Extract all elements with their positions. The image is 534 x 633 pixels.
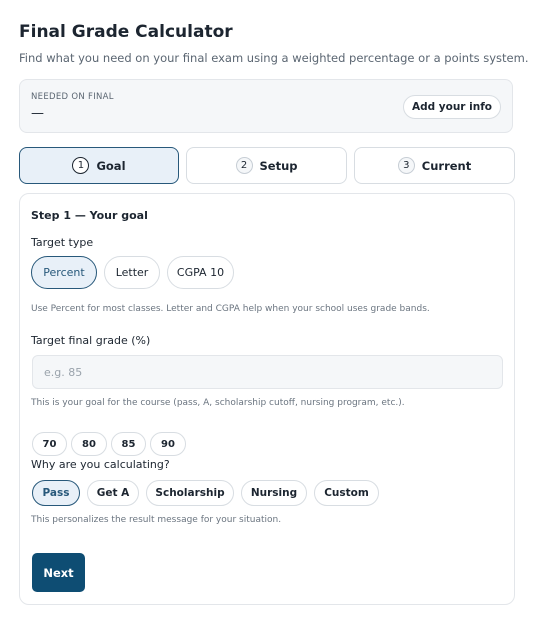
- target-type-cgpa[interactable]: CGPA 10: [167, 256, 234, 289]
- needed-on-final-label: NEEDED ON FINAL: [31, 92, 114, 102]
- needed-on-final-value: —: [31, 106, 44, 121]
- target-grade-label: Target final grade (%): [31, 334, 151, 347]
- goal-step-card: Step 1 — Your goal Target type Percent L…: [19, 193, 515, 605]
- target-type-label: Target type: [31, 236, 94, 249]
- next-button[interactable]: Next: [32, 553, 85, 592]
- target-grade-input[interactable]: [32, 355, 503, 389]
- needed-on-final-card: NEEDED ON FINAL — Add your info: [19, 79, 513, 133]
- step-number-badge: 3: [397, 157, 415, 174]
- reason-pass[interactable]: Pass: [32, 480, 80, 506]
- final-grade-calculator: Final Grade Calculator Find what you nee…: [0, 0, 534, 633]
- page-subtitle: Find what you need on your final exam us…: [19, 51, 529, 65]
- quick-value-90[interactable]: 90: [150, 432, 186, 456]
- reason-nursing[interactable]: Nursing: [241, 480, 307, 506]
- target-type-help: Use Percent for most classes. Letter and…: [31, 304, 430, 314]
- tab-current[interactable]: 3 Current: [354, 147, 515, 184]
- step-heading: Step 1 — Your goal: [31, 209, 148, 222]
- reason-help: This personalizes the result message for…: [31, 515, 282, 525]
- reason-custom[interactable]: Custom: [314, 480, 379, 506]
- reason-get-a[interactable]: Get A: [87, 480, 139, 506]
- step-number-badge: 1: [72, 157, 90, 174]
- tab-label: Current: [421, 158, 472, 173]
- step-number-badge: 2: [235, 157, 253, 174]
- reason-scholarship[interactable]: Scholarship: [146, 480, 234, 506]
- target-type-letter[interactable]: Letter: [104, 256, 160, 289]
- add-your-info-button[interactable]: Add your info: [402, 95, 501, 119]
- quick-value-80[interactable]: 80: [71, 432, 107, 456]
- tab-label: Setup: [259, 158, 298, 173]
- tab-label: Goal: [96, 158, 126, 173]
- quick-value-70[interactable]: 70: [32, 432, 67, 456]
- quick-value-85[interactable]: 85: [111, 432, 146, 456]
- tab-setup[interactable]: 2 Setup: [186, 147, 347, 184]
- tab-goal[interactable]: 1 Goal: [19, 147, 179, 184]
- page-title: Final Grade Calculator: [19, 22, 233, 42]
- target-type-percent[interactable]: Percent: [31, 256, 97, 289]
- target-grade-help: This is your goal for the course (pass, …: [31, 398, 405, 408]
- step-tabs: 1 Goal 2 Setup 3 Current: [19, 147, 515, 184]
- reason-label: Why are you calculating?: [31, 458, 170, 471]
